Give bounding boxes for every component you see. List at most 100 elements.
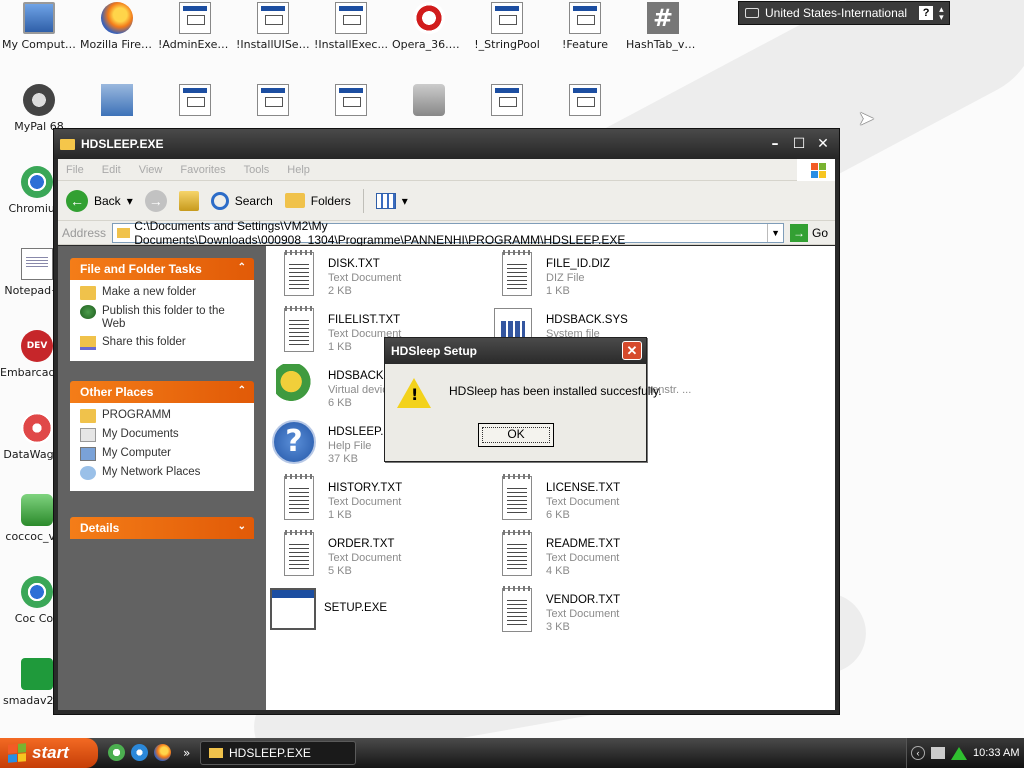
file-name: FILE_ID.DIZ bbox=[546, 258, 610, 270]
desktop-icon-mypal[interactable]: MyPal 68 bbox=[2, 84, 76, 133]
menu-edit[interactable]: Edit bbox=[102, 164, 121, 176]
up-folder-button[interactable] bbox=[178, 190, 199, 211]
folder-icon bbox=[117, 227, 131, 238]
desktop-icon-exe[interactable] bbox=[158, 84, 232, 120]
desktop-icon-network[interactable] bbox=[80, 84, 154, 120]
desktop-icon-exe[interactable] bbox=[314, 84, 388, 120]
file-type: Help File bbox=[328, 440, 372, 452]
exe-icon bbox=[491, 2, 523, 34]
task-share-folder[interactable]: Share this folder bbox=[80, 336, 248, 350]
network-status-icon[interactable] bbox=[951, 746, 967, 760]
window-titlebar[interactable]: HDSLEEP.EXE – ☐ ✕ bbox=[54, 129, 839, 159]
panel-header[interactable]: Other Places ⌃ bbox=[70, 381, 254, 403]
minimize-button[interactable]: – bbox=[765, 135, 785, 153]
desktop-icon-installexec[interactable]: !InstallExec... bbox=[314, 2, 388, 51]
exe-icon bbox=[335, 2, 367, 34]
collapse-icon: ⌃ bbox=[237, 262, 246, 273]
menu-view[interactable]: View bbox=[139, 164, 163, 176]
file-name: SETUP.EXE bbox=[324, 602, 388, 614]
desktop-icon-label: Mozilla Firefox bbox=[80, 38, 154, 51]
taskbar-item-hdsleep[interactable]: HDSLEEP.EXE bbox=[200, 741, 356, 765]
desktop-icon-stringpool[interactable]: !_StringPool bbox=[470, 2, 544, 51]
place-my-documents[interactable]: My Documents bbox=[80, 428, 248, 442]
folders-button[interactable]: Folders bbox=[284, 193, 351, 208]
language-bar[interactable]: United States-International ? ▴ ▾ bbox=[738, 1, 950, 25]
desktop-icon-my-computer[interactable]: My Computer bbox=[2, 2, 76, 51]
clock[interactable]: 10:33 AM bbox=[973, 747, 1019, 759]
desktop-icon-opera[interactable]: Opera_36.0.... bbox=[392, 2, 466, 51]
menu-tools[interactable]: Tools bbox=[244, 164, 270, 176]
network-icon bbox=[101, 84, 133, 116]
virtual-device-icon bbox=[276, 364, 314, 408]
help-icon[interactable]: ? bbox=[919, 6, 934, 20]
search-button[interactable]: Search bbox=[210, 191, 273, 210]
place-my-network-places[interactable]: My Network Places bbox=[80, 466, 248, 480]
menu-file[interactable]: File bbox=[66, 164, 84, 176]
menu-help[interactable]: Help bbox=[287, 164, 310, 176]
place-my-computer[interactable]: My Computer bbox=[80, 447, 248, 461]
chevron-right-icon[interactable]: » bbox=[183, 746, 190, 760]
go-button[interactable]: → Go bbox=[790, 223, 828, 242]
exe-icon bbox=[257, 84, 289, 116]
views-icon bbox=[375, 192, 396, 209]
chevron-down-icon[interactable]: ▾ bbox=[127, 194, 133, 208]
task-make-new-folder[interactable]: Make a new folder bbox=[80, 286, 248, 300]
dialog-message: HDSleep has been installed succesfully. bbox=[449, 384, 662, 398]
file-size: 1 KB bbox=[328, 341, 352, 353]
show-hidden-icons-button[interactable]: ‹ bbox=[911, 746, 925, 760]
back-button[interactable]: ← Back ▾ bbox=[66, 189, 133, 212]
task-publish-to-web[interactable]: Publish this folder to the Web bbox=[80, 305, 248, 331]
desktop-icon-hashtab[interactable]: # HashTab_v5... bbox=[626, 2, 700, 51]
network-card-icon[interactable] bbox=[931, 747, 945, 759]
close-button[interactable]: ✕ bbox=[813, 135, 833, 153]
address-input[interactable]: C:\Documents and Settings\VM2\My Documen… bbox=[112, 219, 785, 247]
file-name: README.TXT bbox=[546, 538, 621, 550]
internet-explorer-icon[interactable] bbox=[131, 744, 148, 761]
desktop-icon-exe[interactable] bbox=[470, 84, 544, 120]
file-item-vendor-txt[interactable]: VENDOR.TXT Text Document 3 KB bbox=[494, 586, 704, 640]
file-item-order-txt[interactable]: ORDER.TXT Text Document 5 KB bbox=[276, 530, 486, 584]
place-label: My Documents bbox=[102, 428, 179, 440]
views-button[interactable]: ▾ bbox=[375, 192, 408, 209]
file-name: LICENSE.TXT bbox=[546, 482, 621, 494]
file-item-setup-exe[interactable]: SETUP.EXE bbox=[270, 588, 480, 640]
maximize-button[interactable]: ☐ bbox=[789, 135, 809, 153]
file-item-readme-txt[interactable]: README.TXT Text Document 4 KB bbox=[494, 530, 704, 584]
language-bar-options-icon[interactable]: ▴ ▾ bbox=[939, 5, 944, 22]
opera-icon bbox=[413, 2, 445, 34]
forward-button[interactable]: → bbox=[144, 189, 167, 212]
chromium-icon bbox=[21, 166, 53, 198]
coccoc-icon[interactable] bbox=[108, 744, 125, 761]
taskbar-item-label: HDSLEEP.EXE bbox=[229, 746, 311, 760]
file-item-file-id-diz[interactable]: FILE_ID.DIZ DIZ File 1 KB bbox=[494, 250, 704, 304]
panel-header[interactable]: Details ⌄ bbox=[70, 517, 254, 539]
folder-icon bbox=[209, 748, 223, 758]
desktop-icon-firefox[interactable]: Mozilla Firefox bbox=[80, 2, 154, 51]
folder-icon bbox=[80, 409, 96, 423]
file-item-history-txt[interactable]: HISTORY.TXT Text Document 1 KB bbox=[276, 474, 486, 528]
desktop-icon-installuiseq[interactable]: !InstallUISeq... bbox=[236, 2, 310, 51]
address-dropdown-button[interactable]: ▼ bbox=[767, 223, 783, 242]
exe-icon bbox=[569, 2, 601, 34]
file-item-disk-txt[interactable]: DISK.TXT Text Document 2 KB bbox=[276, 250, 486, 304]
place-label: My Computer bbox=[102, 447, 172, 459]
desktop-icon-exe[interactable] bbox=[236, 84, 310, 120]
start-button[interactable]: start bbox=[0, 738, 98, 768]
ok-button[interactable]: OK bbox=[478, 423, 554, 447]
place-programm[interactable]: PROGRAMM bbox=[80, 409, 248, 423]
desktop-icon-label: Opera_36.0.... bbox=[392, 38, 466, 51]
menu-favorites[interactable]: Favorites bbox=[180, 164, 225, 176]
desktop-icon-feature[interactable]: !Feature bbox=[548, 2, 622, 51]
desktop-icon-adminexec[interactable]: !AdminExec... bbox=[158, 2, 232, 51]
desktop-icon-disk[interactable] bbox=[392, 84, 466, 120]
text-document-icon bbox=[284, 474, 314, 520]
dialog-close-button[interactable]: ✕ bbox=[622, 341, 642, 360]
file-item-license-txt[interactable]: LICENSE.TXT Text Document 6 KB bbox=[494, 474, 704, 528]
text-document-icon bbox=[502, 530, 532, 576]
firefox-icon[interactable] bbox=[154, 744, 171, 761]
dialog-titlebar[interactable]: HDSleep Setup ✕ bbox=[385, 338, 646, 364]
address-path: C:\Documents and Settings\VM2\My Documen… bbox=[134, 218, 626, 247]
taskbar: start » HDSLEEP.EXE ‹ 10:33 AM bbox=[0, 738, 1024, 768]
panel-header[interactable]: File and Folder Tasks ⌃ bbox=[70, 258, 254, 280]
desktop-icon-exe[interactable] bbox=[548, 84, 622, 120]
